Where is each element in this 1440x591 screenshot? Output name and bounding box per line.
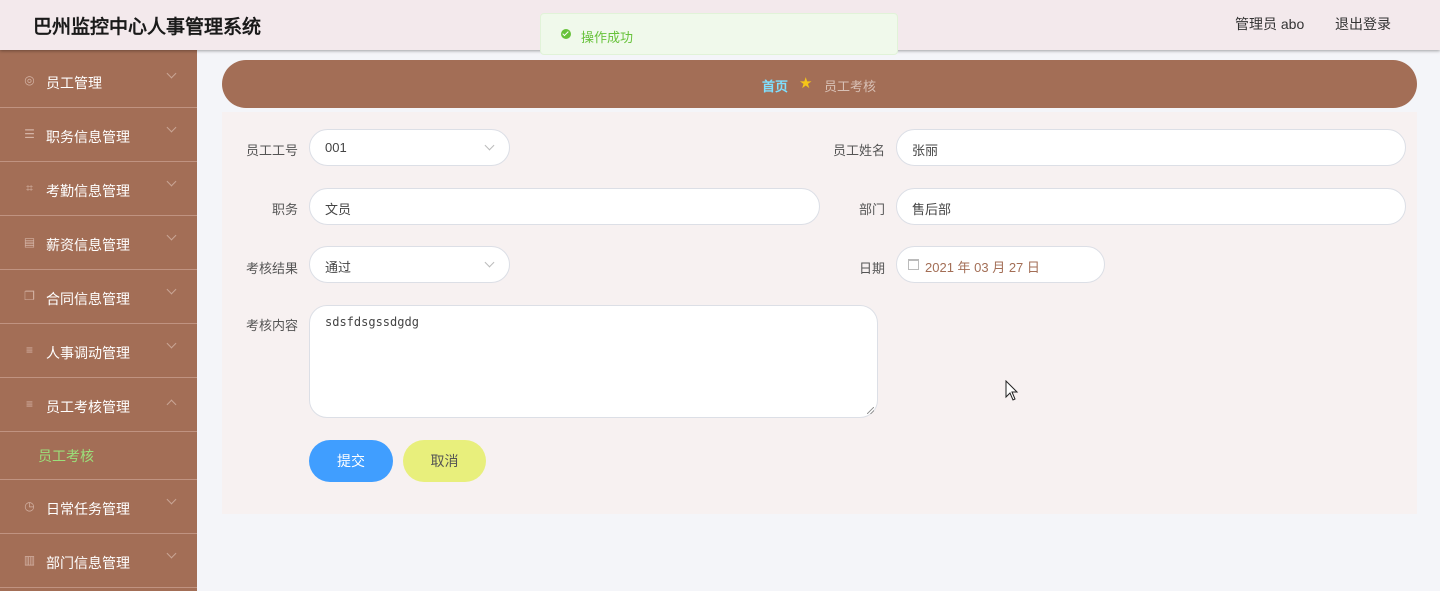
current-user: 管理员 abo	[1235, 16, 1305, 32]
chevron-down-icon	[166, 176, 177, 187]
position-label: 职务	[271, 202, 298, 217]
result-value: 通过	[325, 260, 352, 275]
sidebar-item-label: 薪资信息管理	[46, 237, 130, 253]
chevron-down-icon	[166, 68, 177, 79]
chevron-down-icon	[166, 230, 177, 241]
logout-link[interactable]: 退出登录	[1335, 14, 1391, 34]
result-select[interactable]: 通过	[309, 246, 510, 283]
date-value: 2021 年 03 月 27 日	[925, 260, 1040, 275]
sidebar: ◎ 员工管理 ☰ 职务信息管理 ⌗ 考勤信息管理 ▤ 薪资信息管理 ❐ 合同信息…	[0, 50, 197, 591]
chevron-down-icon	[166, 338, 177, 349]
emp-no-label: 员工工号	[245, 143, 298, 158]
money-icon: ▤	[23, 235, 36, 249]
chevron-down-icon	[166, 494, 177, 505]
app-title: 巴州监控中心人事管理系统	[33, 17, 262, 38]
clock-icon: ◷	[24, 499, 35, 513]
date-picker[interactable]: 2021 年 03 月 27 日	[896, 246, 1105, 283]
dept-field[interactable]: 售后部	[896, 188, 1406, 225]
chevron-down-icon	[484, 257, 495, 268]
date-label: 日期	[858, 261, 885, 276]
sidebar-item-positions[interactable]: ☰ 职务信息管理	[0, 109, 197, 162]
breadcrumb-current: 员工考核	[824, 79, 877, 94]
sidebar-item-label: 部门信息管理	[46, 555, 130, 571]
chevron-down-icon	[166, 284, 177, 295]
position-value: 文员	[325, 202, 352, 217]
evaluation-form: 员工工号 001 员工姓名 张丽 职务 文员 部门 售后部 考核结果 通过 日期…	[222, 112, 1417, 514]
sidebar-item-label: 考勤信息管理	[46, 183, 130, 199]
sidebar-item-transfers[interactable]: ≡ 人事调动管理	[0, 325, 197, 378]
sidebar-subitem-evaluation[interactable]: 员工考核	[0, 430, 197, 480]
chevron-down-icon	[166, 122, 177, 133]
check-circle-icon	[561, 29, 571, 39]
sidebar-item-label: 日常任务管理	[46, 501, 130, 517]
star-icon: ★	[799, 75, 813, 92]
breadcrumb-home[interactable]: 首页	[762, 76, 788, 95]
resize-handle-icon[interactable]	[867, 407, 874, 414]
mouse-cursor-icon	[1005, 380, 1019, 401]
list-icon: ≡	[25, 397, 33, 411]
position-field[interactable]: 文员	[309, 188, 820, 225]
copy-icon: ❐	[24, 289, 35, 303]
chevron-down-icon	[484, 140, 495, 151]
sidebar-item-salary[interactable]: ▤ 薪资信息管理	[0, 217, 197, 270]
dept-value: 售后部	[912, 202, 952, 217]
crop-icon: ⌗	[26, 181, 33, 195]
breadcrumb: 首页 ★ 员工考核	[222, 60, 1417, 108]
sidebar-item-label: 人事调动管理	[46, 345, 130, 361]
user-circle-icon: ◎	[24, 73, 35, 87]
calendar-icon	[908, 259, 919, 270]
result-label: 考核结果	[245, 261, 298, 276]
list-icon: ≡	[25, 343, 33, 357]
content-textarea[interactable]: sdsfdsgssdgdg	[309, 305, 878, 418]
sidebar-item-label: 员工考核管理	[46, 399, 130, 415]
sidebar-item-label: 合同信息管理	[46, 291, 130, 307]
cancel-button[interactable]: 取消	[403, 440, 486, 482]
sidebar-item-departments[interactable]: ▥ 部门信息管理	[0, 535, 197, 588]
emp-name-value: 张丽	[912, 143, 939, 158]
success-toast: 操作成功	[540, 13, 898, 55]
sidebar-item-evaluation[interactable]: ≡ 员工考核管理	[0, 379, 197, 432]
chevron-down-icon	[166, 548, 177, 559]
content-label: 考核内容	[245, 318, 298, 333]
sidebar-item-tasks[interactable]: ◷ 日常任务管理	[0, 481, 197, 534]
sidebar-subitem-label: 员工考核	[38, 448, 94, 464]
emp-name-field[interactable]: 张丽	[896, 129, 1406, 166]
submit-button[interactable]: 提交	[309, 440, 393, 482]
sidebar-item-label: 员工管理	[46, 75, 102, 91]
sliders-icon: ☰	[24, 127, 35, 141]
chevron-up-icon	[166, 399, 177, 410]
emp-no-select[interactable]: 001	[309, 129, 510, 166]
sidebar-item-contracts[interactable]: ❐ 合同信息管理	[0, 271, 197, 324]
content-value: sdsfdsgssdgdg	[325, 315, 419, 329]
toast-message: 操作成功	[581, 30, 634, 45]
sidebar-item-employees[interactable]: ◎ 员工管理	[0, 55, 197, 108]
emp-name-label: 员工姓名	[832, 143, 885, 158]
dept-label: 部门	[858, 202, 885, 217]
emp-no-value: 001	[325, 140, 347, 155]
sidebar-item-label: 职务信息管理	[46, 129, 130, 145]
sidebar-item-attendance[interactable]: ⌗ 考勤信息管理	[0, 163, 197, 216]
bank-icon: ▥	[23, 553, 36, 567]
